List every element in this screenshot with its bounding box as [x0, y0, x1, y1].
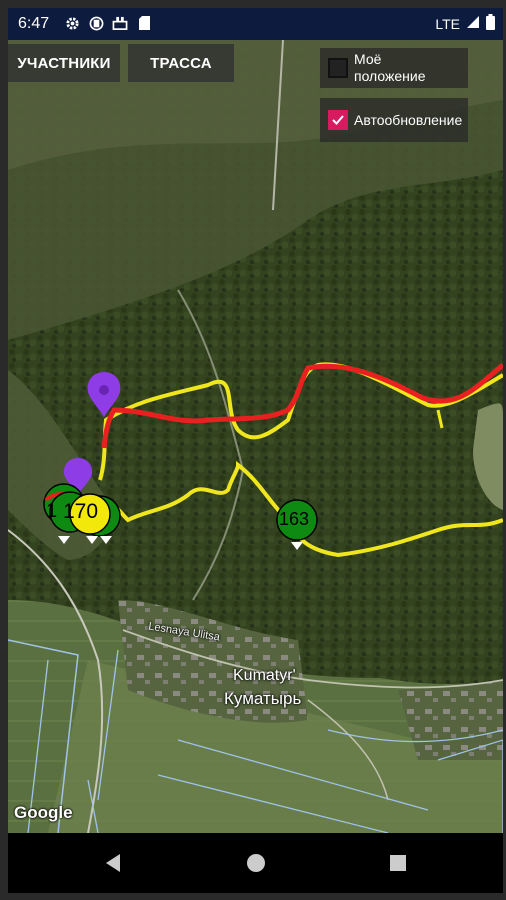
google-attribution: Google [14, 803, 73, 822]
status-icons [64, 14, 152, 32]
my-position-checkbox[interactable]: Моё положение [320, 48, 468, 88]
screen: 6:47 LTE 1 170 163 Lesnaya Ulitsa Kumaty… [8, 8, 503, 893]
my-position-label: Моё положение [354, 51, 426, 84]
participant-marker-163[interactable]: 163 [279, 509, 309, 530]
auto-update-label: Автообновление [354, 111, 463, 128]
device-frame: 6:47 LTE 1 170 163 Lesnaya Ulitsa Kumaty… [0, 0, 506, 900]
navigation-bar [8, 833, 503, 893]
place-label-latin: Kumatyr' [233, 667, 296, 684]
place-label-cyrillic: Куматырь [224, 689, 302, 708]
home-icon[interactable] [241, 848, 271, 878]
auto-update-checkbox-box[interactable] [328, 110, 348, 130]
auto-update-checkbox[interactable]: Автообновление [320, 98, 468, 142]
participants-button[interactable]: УЧАСТНИКИ [8, 44, 120, 82]
participant-marker-170[interactable]: 170 [63, 500, 98, 524]
vpn-icon [88, 14, 104, 32]
status-right: LTE [435, 14, 495, 33]
checkmark-icon [332, 115, 344, 125]
map-view[interactable]: 1 170 163 Lesnaya Ulitsa Kumatyr' Куматы… [8, 40, 503, 833]
back-icon[interactable] [98, 848, 128, 878]
usb-icon [112, 14, 128, 32]
status-time: 6:47 [18, 15, 50, 32]
battery-icon [486, 14, 495, 33]
track-button[interactable]: ТРАССА [128, 44, 234, 82]
satellite-map [8, 40, 503, 833]
sd-card-icon [136, 14, 152, 32]
status-bar: 6:47 LTE [8, 8, 503, 40]
gear-icon [64, 14, 80, 32]
network-type: LTE [435, 15, 460, 32]
recents-icon[interactable] [383, 848, 413, 878]
participant-marker-1[interactable]: 1 [46, 500, 57, 523]
my-position-checkbox-box[interactable] [328, 58, 348, 78]
signal-icon [466, 15, 480, 32]
